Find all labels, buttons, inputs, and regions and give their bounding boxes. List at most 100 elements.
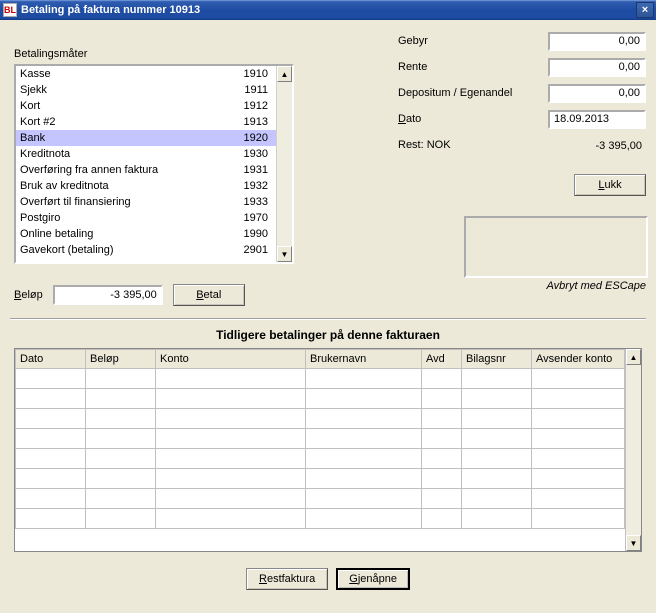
table-cell[interactable] — [156, 509, 306, 529]
table-row[interactable] — [16, 409, 625, 429]
table-cell[interactable] — [86, 509, 156, 529]
table-cell[interactable] — [16, 509, 86, 529]
table-cell[interactable] — [306, 449, 422, 469]
table-cell[interactable] — [306, 389, 422, 409]
table-cell[interactable] — [156, 449, 306, 469]
table-cell[interactable] — [462, 469, 532, 489]
table-cell[interactable] — [156, 409, 306, 429]
gebyr-input[interactable] — [548, 32, 646, 51]
table-cell[interactable] — [156, 429, 306, 449]
table-row[interactable] — [16, 509, 625, 529]
table-row[interactable] — [16, 369, 625, 389]
table-cell[interactable] — [306, 509, 422, 529]
list-item[interactable]: Overført til finansiering1933 — [16, 194, 276, 210]
table-cell[interactable] — [156, 489, 306, 509]
table-cell[interactable] — [462, 389, 532, 409]
table-cell[interactable] — [532, 469, 625, 489]
table-header[interactable]: Dato — [16, 350, 86, 369]
history-table[interactable]: DatoBeløpKontoBrukernavnAvdBilagsnrAvsen… — [14, 348, 642, 552]
table-cell[interactable] — [422, 429, 462, 449]
depositum-input[interactable] — [548, 84, 646, 103]
table-cell[interactable] — [16, 389, 86, 409]
table-cell[interactable] — [532, 409, 625, 429]
table-row[interactable] — [16, 469, 625, 489]
table-cell[interactable] — [306, 369, 422, 389]
scroll-track[interactable] — [277, 82, 292, 246]
rente-input[interactable] — [548, 58, 646, 77]
table-header[interactable]: Konto — [156, 350, 306, 369]
payment-methods-listbox[interactable]: Kasse1910Sjekk1911Kort1912Kort #21913Ban… — [14, 64, 294, 264]
table-cell[interactable] — [462, 409, 532, 429]
date-input[interactable] — [548, 110, 646, 129]
table-cell[interactable] — [422, 409, 462, 429]
table-cell[interactable] — [306, 489, 422, 509]
list-item[interactable]: Kort #21913 — [16, 114, 276, 130]
restfaktura-button[interactable]: Restfaktura — [246, 568, 328, 590]
table-cell[interactable] — [16, 369, 86, 389]
listbox-scrollbar[interactable]: ▲ ▼ — [276, 66, 292, 262]
table-scrollbar[interactable]: ▲ ▼ — [625, 349, 641, 551]
close-icon[interactable]: × — [636, 2, 654, 18]
list-item[interactable]: Kreditnota1930 — [16, 146, 276, 162]
table-row[interactable] — [16, 489, 625, 509]
table-cell[interactable] — [422, 389, 462, 409]
scroll-down-icon[interactable]: ▼ — [277, 246, 292, 262]
table-row[interactable] — [16, 429, 625, 449]
table-cell[interactable] — [532, 449, 625, 469]
table-cell[interactable] — [306, 409, 422, 429]
table-header[interactable]: Bilagsnr — [462, 350, 532, 369]
table-cell[interactable] — [532, 489, 625, 509]
scroll-track[interactable] — [626, 365, 641, 535]
betal-button[interactable]: Betal — [173, 284, 245, 306]
table-cell[interactable] — [86, 429, 156, 449]
table-cell[interactable] — [422, 449, 462, 469]
table-cell[interactable] — [16, 489, 86, 509]
table-cell[interactable] — [156, 469, 306, 489]
table-cell[interactable] — [422, 489, 462, 509]
list-item[interactable]: Kort1912 — [16, 98, 276, 114]
list-item[interactable]: Sjekk1911 — [16, 82, 276, 98]
table-cell[interactable] — [532, 429, 625, 449]
table-cell[interactable] — [532, 369, 625, 389]
table-cell[interactable] — [532, 389, 625, 409]
table-row[interactable] — [16, 449, 625, 469]
table-cell[interactable] — [16, 409, 86, 429]
list-item[interactable]: Bruk av kreditnota1932 — [16, 178, 276, 194]
list-item[interactable]: Online betaling1990 — [16, 226, 276, 242]
amount-input[interactable] — [53, 285, 163, 305]
table-cell[interactable] — [16, 449, 86, 469]
table-cell[interactable] — [156, 369, 306, 389]
table-cell[interactable] — [86, 389, 156, 409]
table-cell[interactable] — [156, 389, 306, 409]
list-item[interactable]: Overføring fra annen faktura1931 — [16, 162, 276, 178]
table-header[interactable]: Beløp — [86, 350, 156, 369]
table-cell[interactable] — [16, 429, 86, 449]
list-item[interactable]: Kasse1910 — [16, 66, 276, 82]
scroll-down-icon[interactable]: ▼ — [626, 535, 641, 551]
table-cell[interactable] — [86, 469, 156, 489]
scroll-up-icon[interactable]: ▲ — [277, 66, 292, 82]
table-cell[interactable] — [422, 469, 462, 489]
table-cell[interactable] — [532, 509, 625, 529]
table-cell[interactable] — [422, 509, 462, 529]
table-cell[interactable] — [462, 509, 532, 529]
scroll-up-icon[interactable]: ▲ — [626, 349, 641, 365]
table-cell[interactable] — [462, 449, 532, 469]
table-cell[interactable] — [86, 409, 156, 429]
list-item[interactable]: Postgiro1970 — [16, 210, 276, 226]
list-item[interactable]: Gavekort (betaling)2901 — [16, 242, 276, 258]
table-cell[interactable] — [306, 469, 422, 489]
table-row[interactable] — [16, 389, 625, 409]
table-cell[interactable] — [462, 429, 532, 449]
gjenapne-button[interactable]: Gjenåpne — [336, 568, 410, 590]
table-cell[interactable] — [462, 369, 532, 389]
lukk-button[interactable]: Lukk — [574, 174, 646, 196]
table-cell[interactable] — [86, 489, 156, 509]
table-cell[interactable] — [462, 489, 532, 509]
table-cell[interactable] — [422, 369, 462, 389]
table-cell[interactable] — [306, 429, 422, 449]
table-cell[interactable] — [86, 449, 156, 469]
table-cell[interactable] — [16, 469, 86, 489]
table-header[interactable]: Avd — [422, 350, 462, 369]
table-cell[interactable] — [86, 369, 156, 389]
